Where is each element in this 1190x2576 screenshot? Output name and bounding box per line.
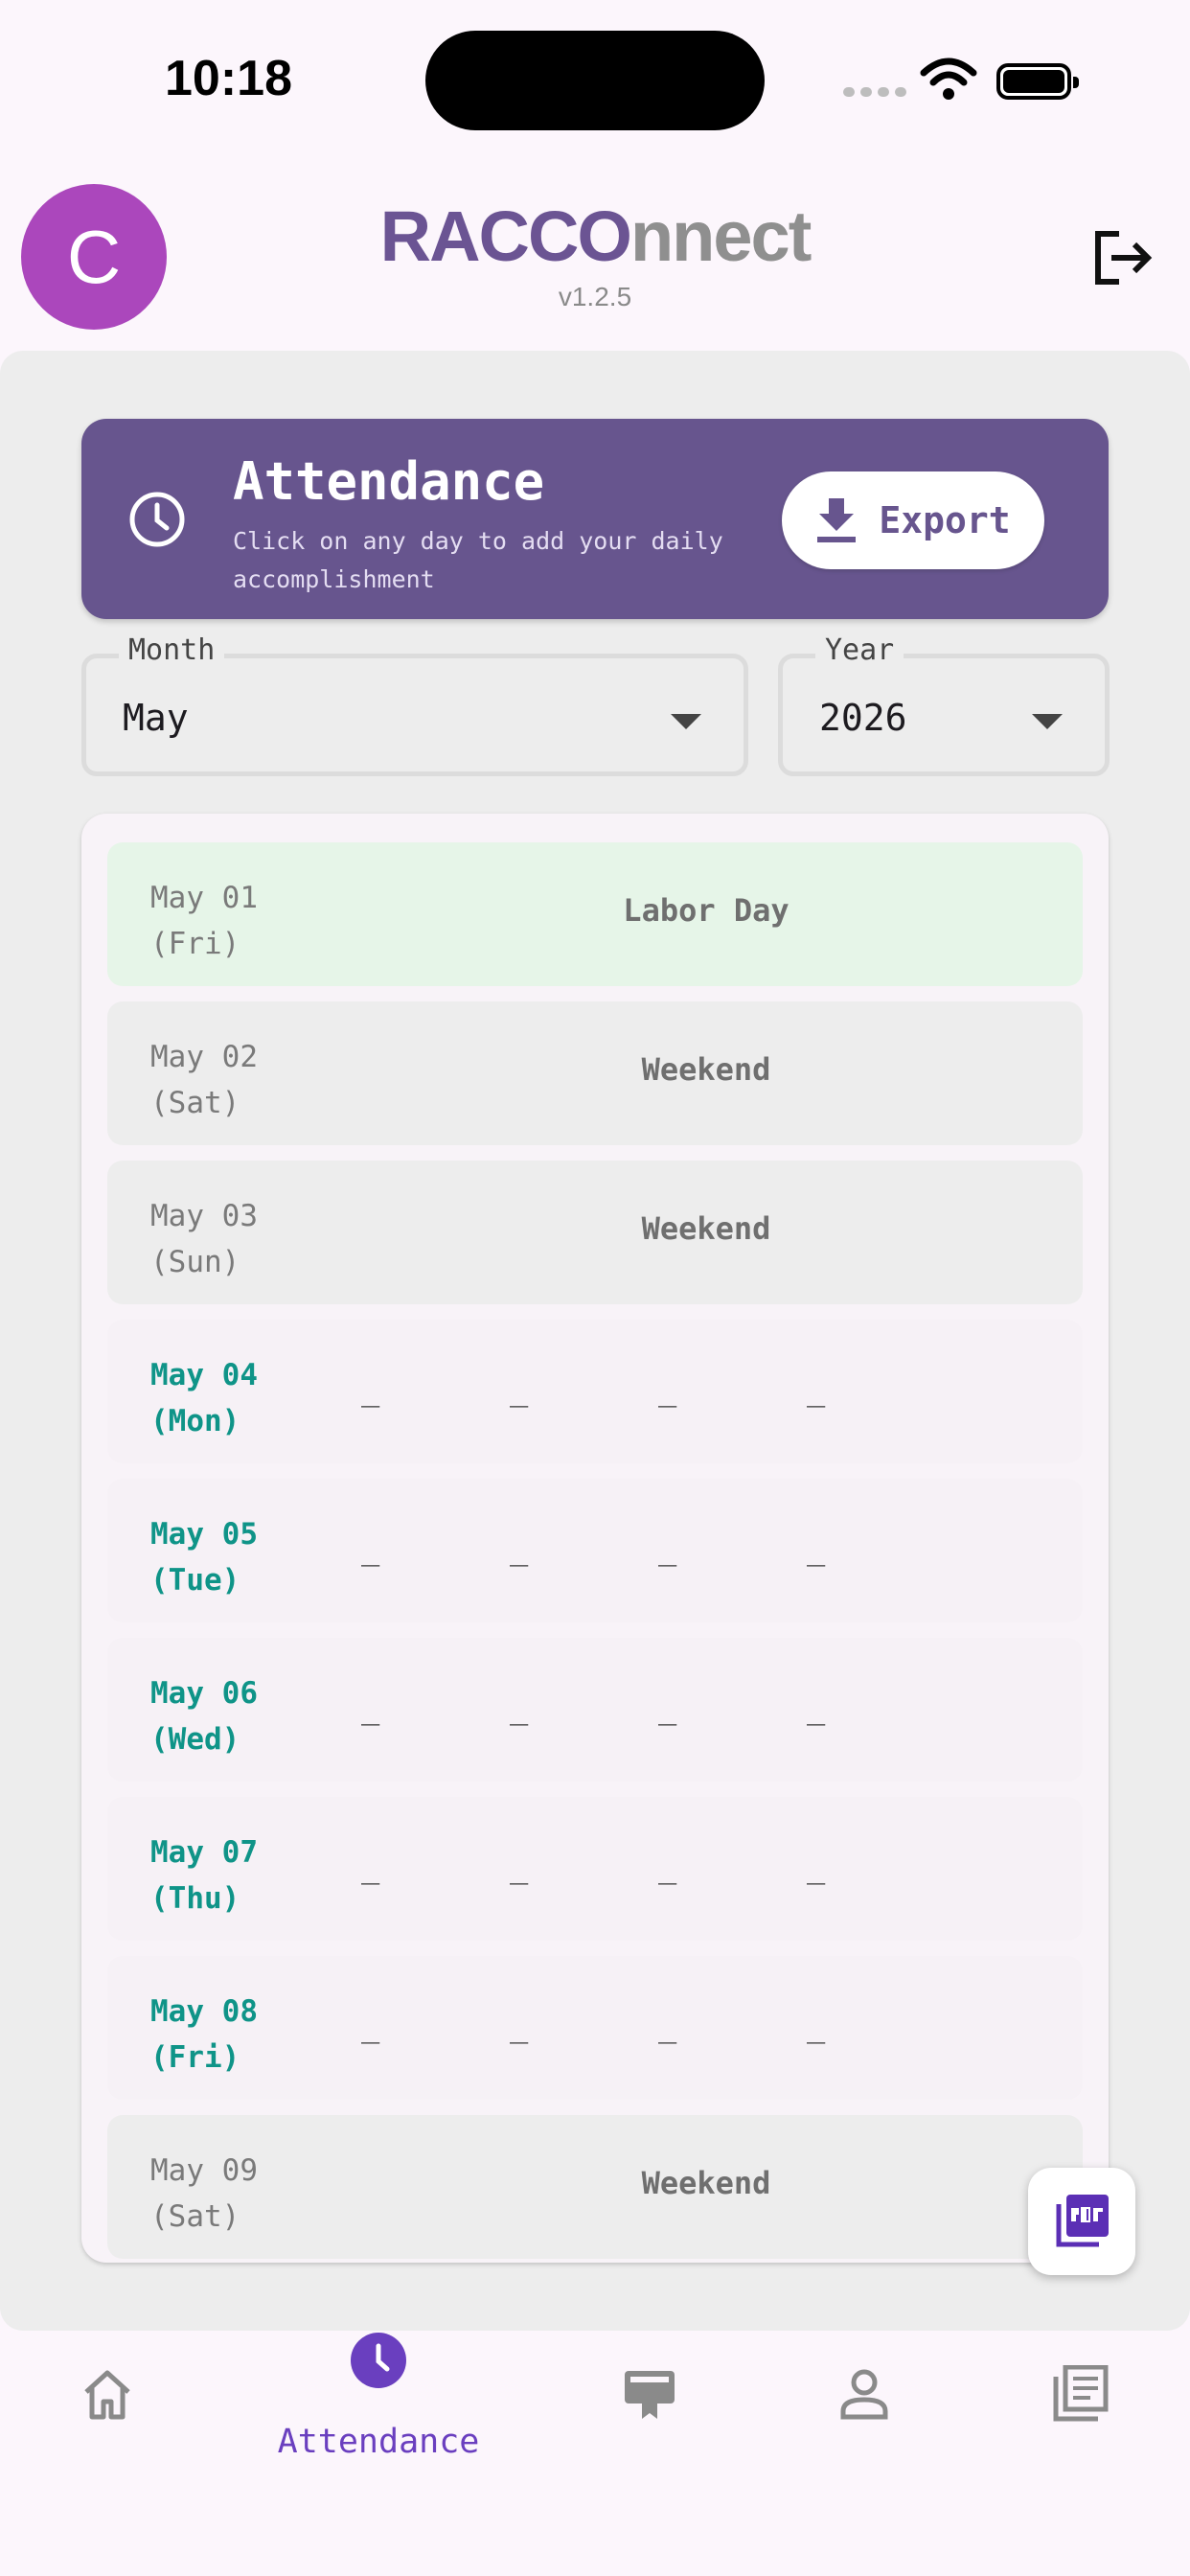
app-version: v1.2.5	[558, 282, 632, 311]
articles-icon	[1053, 2365, 1109, 2422]
download-icon	[817, 498, 857, 542]
day-value: _	[361, 1849, 380, 1885]
day-row[interactable]: May 01 (Fri) Labor Day	[107, 842, 1083, 986]
chevron-down-icon	[1032, 714, 1063, 729]
day-value: _	[658, 2008, 677, 2044]
wifi-icon	[920, 58, 977, 100]
day-date: May 04 (Mon)	[150, 1358, 258, 1438]
day-value: _	[807, 2008, 826, 2044]
day-value: _	[361, 1690, 380, 1726]
day-value: _	[807, 1690, 826, 1726]
day-row[interactable]: May 08 (Fri) _ _ _ _	[107, 1956, 1083, 2100]
chevron-down-icon	[671, 714, 701, 729]
day-value: _	[807, 1530, 826, 1567]
month-label: Month	[119, 633, 225, 667]
export-button[interactable]: Export	[782, 472, 1044, 569]
day-date: May 08 (Fri)	[150, 1994, 258, 2075]
year-select[interactable]: Year 2026	[778, 633, 1110, 776]
page-title: Attendance	[233, 451, 545, 512]
year-value: 2026	[819, 697, 907, 739]
day-row[interactable]: May 02 (Sat) Weekend	[107, 1001, 1083, 1145]
day-date: May 03 (Sun)	[150, 1199, 258, 1279]
day-row[interactable]: May 05 (Tue) _ _ _ _	[107, 1479, 1083, 1622]
day-value: _	[658, 1371, 677, 1408]
attendance-banner: Attendance Click on any day to add your …	[81, 419, 1109, 619]
day-date: May 01 (Fri)	[150, 881, 258, 961]
nav-profile[interactable]	[807, 2365, 922, 2480]
day-value: _	[807, 1849, 826, 1885]
month-select[interactable]: Month May	[81, 633, 748, 776]
day-value: _	[658, 1530, 677, 1567]
logo-part-2: nnect	[629, 196, 812, 276]
signal-icon	[843, 87, 906, 97]
nav-articles[interactable]	[1023, 2365, 1138, 2480]
day-row[interactable]: May 09 (Sat) Weekend	[107, 2115, 1083, 2259]
app-logo: RACCOnnect	[0, 201, 1190, 272]
day-list: May 01 (Fri) Labor Day May 02 (Sat) Weeken…	[81, 814, 1109, 2263]
day-value: _	[510, 1371, 529, 1408]
day-value: _	[658, 1690, 677, 1726]
clock-icon	[376, 2343, 390, 2372]
nav-home[interactable]	[50, 2365, 165, 2480]
year-label: Year	[815, 633, 904, 667]
status-time: 10:18	[165, 51, 292, 106]
nav-attendance-label[interactable]: Attendance	[249, 2423, 508, 2461]
export-label: Export	[879, 499, 1011, 541]
month-value: May	[123, 697, 189, 739]
day-value: _	[510, 1849, 529, 1885]
day-value: _	[658, 1849, 677, 1885]
day-status: Weekend	[641, 2165, 771, 2201]
day-date: May 09 (Sat)	[150, 2153, 258, 2234]
status-bar: 10:18	[0, 0, 1190, 163]
page-subtitle: Click on any day to add your daily accom…	[233, 527, 723, 593]
day-date: May 06 (Wed)	[150, 1676, 258, 1757]
clock-icon	[129, 492, 185, 547]
battery-icon	[996, 63, 1079, 100]
dynamic-island	[425, 31, 765, 130]
person-icon	[840, 2369, 888, 2420]
day-value: _	[510, 2008, 529, 2044]
day-date: May 05 (Tue)	[150, 1517, 258, 1598]
day-date: May 07 (Thu)	[150, 1835, 258, 1916]
nav-desk[interactable]	[592, 2365, 707, 2480]
day-row[interactable]: May 06 (Wed) _ _ _ _	[107, 1638, 1083, 1782]
day-row[interactable]: May 03 (Sun) Weekend	[107, 1161, 1083, 1304]
logout-icon[interactable]	[1092, 230, 1154, 286]
logo-part-1: RACCO	[379, 196, 632, 276]
day-value: _	[510, 1690, 529, 1726]
day-value: _	[510, 1530, 529, 1567]
day-date: May 02 (Sat)	[150, 1040, 258, 1120]
day-status: Weekend	[641, 1210, 771, 1247]
desk-icon	[625, 2371, 675, 2419]
home-icon	[84, 2370, 130, 2420]
day-row[interactable]: May 04 (Mon) _ _ _ _	[107, 1320, 1083, 1463]
day-value: _	[807, 1371, 826, 1408]
day-row[interactable]: May 07 (Thu) _ _ _ _	[107, 1797, 1083, 1941]
day-status: Labor Day	[623, 892, 790, 929]
day-value: _	[361, 1371, 380, 1408]
day-value: _	[361, 1530, 380, 1567]
day-status: Weekend	[641, 1051, 771, 1088]
pdf-button[interactable]	[1028, 2168, 1135, 2275]
pdf-icon	[1056, 2195, 1109, 2247]
day-value: _	[361, 2008, 380, 2044]
